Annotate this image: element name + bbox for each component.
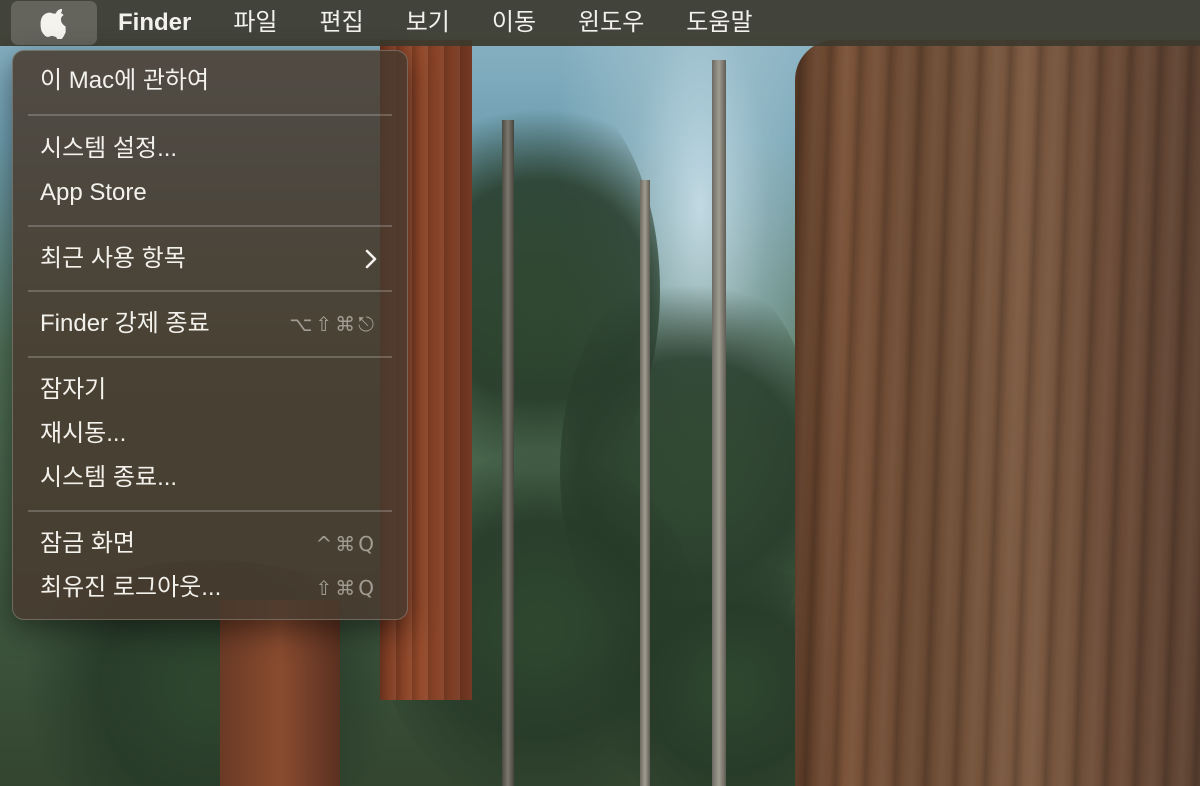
menu-item-restart[interactable]: 재시동... [13,413,407,455]
keyboard-shortcut: ⇧⌘Q [315,576,377,600]
menu-finder[interactable]: Finder [97,0,212,46]
keyboard-shortcut: ⌥⇧⌘⎋ [289,312,377,336]
menu-item-label: App Store [40,179,147,206]
menu-help[interactable]: 도움말 [665,0,773,46]
menu-separator [28,356,392,358]
menu-window[interactable]: 윈도우 [557,0,665,46]
apple-menu-dropdown: 이 Mac에 관하여 시스템 설정... App Store 최근 사용 항목 … [12,50,408,620]
menu-item-label: Finder 강제 종료 [40,310,210,337]
wallpaper-trunk [712,60,726,786]
menu-separator [28,225,392,227]
menu-item-label: 잠금 화면 [40,530,135,557]
menu-separator [28,290,392,292]
menu-item-shut-down[interactable]: 시스템 종료... [13,457,407,499]
menu-separator [28,510,392,512]
wallpaper-trunk [640,180,650,786]
menu-item-system-settings[interactable]: 시스템 설정... [13,128,407,170]
menu-item-label: 시스템 설정... [40,135,178,162]
chevron-right-icon [365,249,377,269]
menu-item-force-quit[interactable]: Finder 강제 종료 ⌥⇧⌘⎋ [13,303,407,345]
menu-file[interactable]: 파일 [212,0,298,46]
apple-menu-button[interactable] [11,1,97,45]
menu-item-label: 시스템 종료... [40,464,178,491]
wallpaper-redwood-small [220,600,340,786]
keyboard-shortcut: ^⌘Q [315,532,377,556]
wallpaper-trunk [502,120,514,786]
menu-item-label: 잠자기 [40,376,107,403]
menu-view[interactable]: 보기 [385,0,471,46]
menu-separator [28,114,392,116]
menu-item-about-this-mac[interactable]: 이 Mac에 관하여 [13,60,407,102]
menu-item-log-out[interactable]: 최유진 로그아웃... ⇧⌘Q [13,567,407,609]
menu-item-label: 재시동... [40,420,127,447]
menu-item-lock-screen[interactable]: 잠금 화면 ^⌘Q [13,523,407,565]
apple-logo-icon [40,9,66,39]
menu-item-recent-items[interactable]: 최근 사용 항목 [13,238,407,280]
menu-item-label: 이 Mac에 관하여 [40,67,210,94]
menu-item-app-store[interactable]: App Store [13,172,407,214]
menu-go[interactable]: 이동 [471,0,557,46]
menu-item-sleep[interactable]: 잠자기 [13,369,407,411]
menu-bar: Finder 파일 편집 보기 이동 윈도우 도움말 [0,0,1200,46]
wallpaper-redwood-right [795,40,1200,786]
menu-edit[interactable]: 편집 [299,0,385,46]
menu-item-label: 최유진 로그아웃... [40,574,222,601]
menu-item-label: 최근 사용 항목 [40,245,186,272]
